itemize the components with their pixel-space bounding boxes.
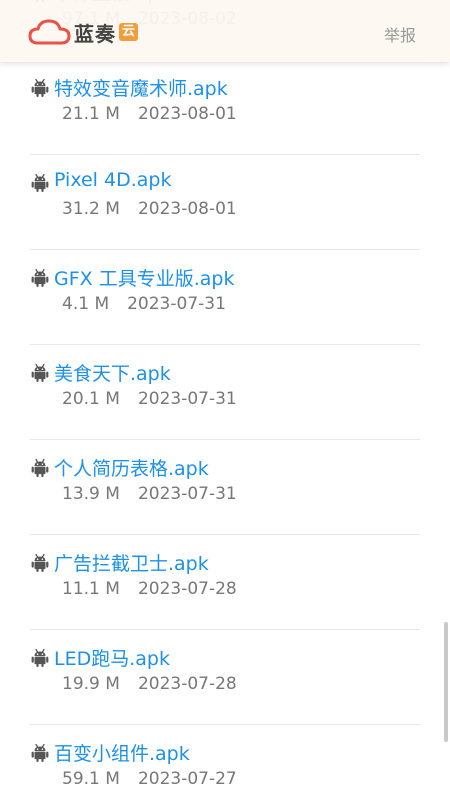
report-link[interactable]: 举报 <box>384 22 416 46</box>
brand-name: 蓝奏 <box>74 21 116 46</box>
file-name-link[interactable]: 个人简历表格.apk <box>54 454 209 481</box>
file-name-link[interactable]: GFX 工具专业版.apk <box>54 264 234 291</box>
file-list-item[interactable]: 美食天下.apk 20.1 M 2023-07-31 <box>30 345 420 440</box>
file-name-link[interactable]: Pixel 4D.apk <box>54 169 171 191</box>
file-list-item[interactable]: 特效变音魔术师.apk 21.1 M 2023-08-01 <box>30 60 420 155</box>
file-meta: 31.2 M 2023-08-01 <box>62 199 237 219</box>
file-date: 2023-08-01 <box>137 104 237 124</box>
file-date: 2023-07-28 <box>137 674 237 694</box>
android-icon <box>30 743 50 763</box>
android-icon <box>30 648 50 668</box>
file-date: 2023-07-27 <box>137 769 237 789</box>
file-meta: 20.1 M 2023-07-31 <box>62 389 237 409</box>
file-date: 2023-07-31 <box>127 294 226 314</box>
android-icon <box>30 268 50 288</box>
file-date: 2023-07-28 <box>137 579 237 599</box>
top-header: 蓝奏 云 举报 <box>0 0 450 62</box>
android-icon <box>30 173 50 193</box>
file-meta: 19.9 M 2023-07-28 <box>62 674 237 694</box>
android-icon <box>30 553 50 573</box>
file-list-item[interactable]: LED跑马.apk 19.9 M 2023-07-28 <box>30 630 420 725</box>
file-name-link[interactable]: 美食天下.apk <box>54 359 171 386</box>
file-list-item[interactable]: 个人简历表格.apk 13.9 M 2023-07-31 <box>30 440 420 535</box>
brand-badge: 云 <box>119 23 139 41</box>
file-name-link[interactable]: 百变小组件.apk <box>54 739 190 766</box>
file-date: 2023-07-31 <box>137 389 237 409</box>
file-size: 13.9 M <box>62 484 120 504</box>
file-list-item[interactable]: 广告拦截卫士.apk 11.1 M 2023-07-28 <box>30 535 420 630</box>
file-size: 59.1 M <box>62 769 120 789</box>
file-name-link[interactable]: 广告拦截卫士.apk <box>54 549 209 576</box>
page-viewport: 字体上锁.apk97.1 M2023-08-02特效变音魔术师.apk21.1 … <box>0 0 450 800</box>
android-icon <box>30 363 50 383</box>
file-meta: 21.1 M 2023-08-01 <box>62 104 237 124</box>
android-icon <box>30 78 50 98</box>
file-date: 2023-08-01 <box>137 199 237 219</box>
file-size: 19.9 M <box>62 674 120 694</box>
file-name-link[interactable]: LED跑马.apk <box>54 644 170 671</box>
android-icon <box>30 458 50 478</box>
file-list-item[interactable]: Pixel 4D.apk 31.2 M 2023-08-01 <box>30 155 420 250</box>
file-size: 20.1 M <box>62 389 120 409</box>
file-size: 4.1 M <box>62 294 110 314</box>
file-size: 11.1 M <box>62 579 120 599</box>
file-meta: 11.1 M 2023-07-28 <box>62 579 237 599</box>
scrollbar-thumb[interactable] <box>444 622 448 742</box>
file-meta: 4.1 M 2023-07-31 <box>62 294 226 314</box>
file-size: 31.2 M <box>62 199 120 219</box>
file-name-link[interactable]: 特效变音魔术师.apk <box>54 74 228 101</box>
file-date: 2023-07-31 <box>137 484 237 504</box>
file-meta: 59.1 M 2023-07-27 <box>62 769 237 789</box>
cloud-logo-icon <box>28 19 71 45</box>
file-list-item[interactable]: 百变小组件.apk 59.1 M 2023-07-27 <box>30 725 420 800</box>
lanzou-logo[interactable]: 蓝奏 云 <box>28 17 139 47</box>
file-list-item[interactable]: GFX 工具专业版.apk 4.1 M 2023-07-31 <box>30 250 420 345</box>
file-meta: 13.9 M 2023-07-31 <box>62 484 237 504</box>
file-size: 21.1 M <box>62 104 120 124</box>
